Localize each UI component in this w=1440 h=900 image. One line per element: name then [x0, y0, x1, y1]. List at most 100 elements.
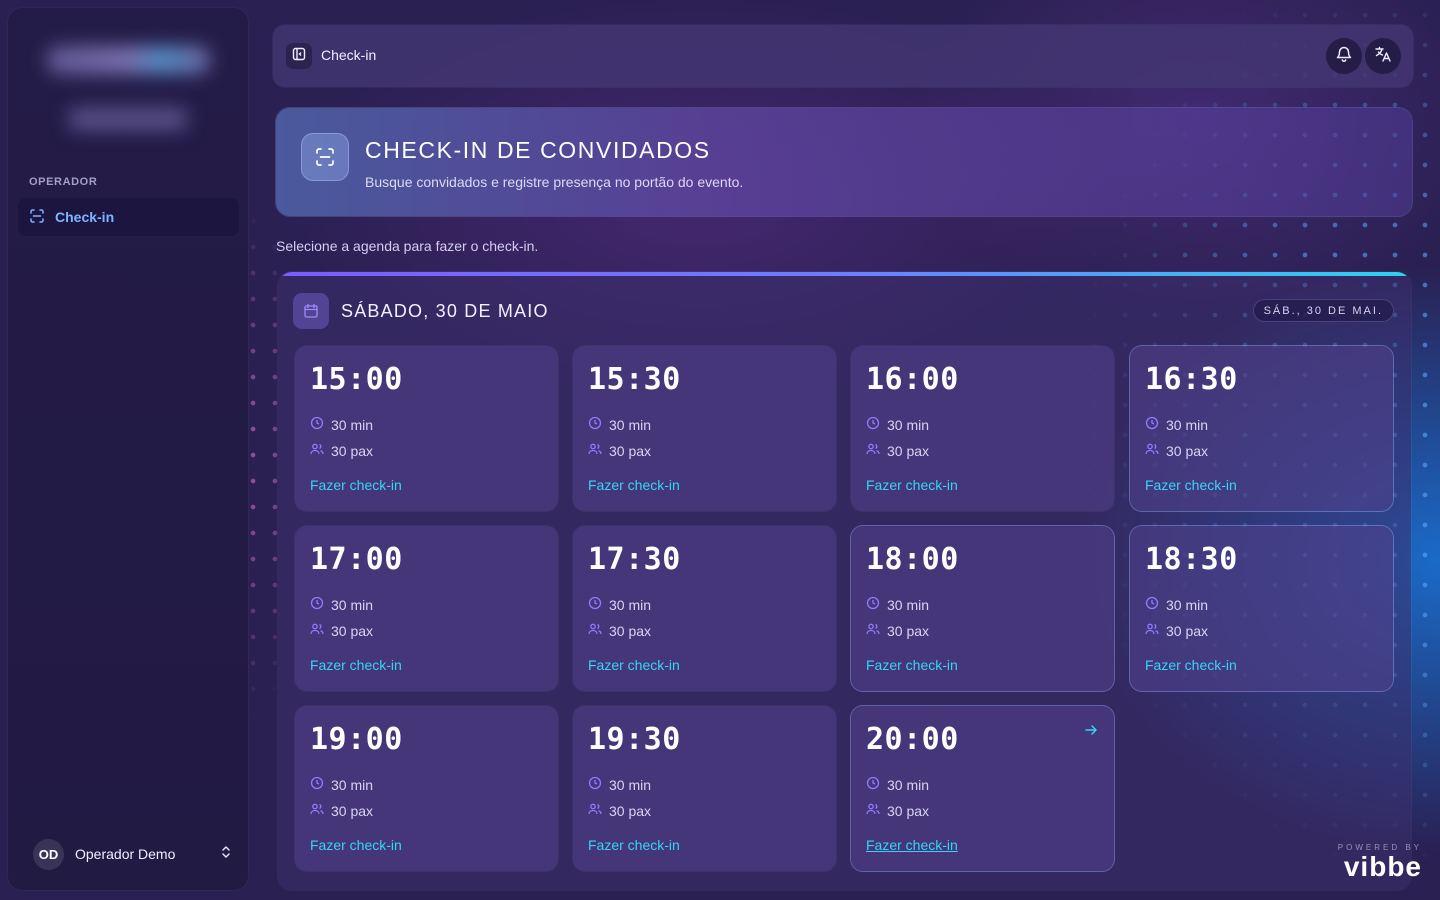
- clock-icon: [588, 776, 602, 793]
- vibbe-logo: vibbe: [1343, 851, 1422, 882]
- check-in-link[interactable]: Fazer check-in: [1145, 477, 1237, 493]
- users-icon: [866, 442, 880, 459]
- slot-capacity: 30 pax: [887, 622, 930, 639]
- hero-banner: CHECK-IN DE CONVIDADOS Busque convidados…: [276, 108, 1412, 216]
- sidebar-toggle-icon: [292, 47, 306, 66]
- calendar-icon: [293, 293, 329, 329]
- clock-icon: [310, 776, 324, 793]
- check-in-link[interactable]: Fazer check-in: [588, 837, 680, 853]
- slot-time: 18:00: [866, 542, 959, 577]
- scan-icon: [29, 208, 45, 227]
- slot-card[interactable]: 16:30 30 min 30 pax Fazer check-in: [1130, 346, 1393, 511]
- avatar: OD: [33, 838, 64, 870]
- clock-icon: [866, 776, 880, 793]
- check-in-link[interactable]: Fazer check-in: [866, 837, 958, 853]
- brand-logo-blurred: [38, 38, 218, 148]
- check-in-link[interactable]: Fazer check-in: [866, 657, 958, 673]
- slot-card-hovered[interactable]: 20:00 30 min 30 pax Fazer check-in: [851, 706, 1114, 871]
- slot-card[interactable]: 17:00 30 min 30 pax Fazer check-in: [295, 526, 558, 691]
- clock-icon: [866, 416, 880, 433]
- users-icon: [1145, 622, 1159, 639]
- slot-duration: 30 min: [609, 776, 652, 793]
- clock-icon: [310, 596, 324, 613]
- clock-icon: [866, 596, 880, 613]
- slot-time: 19:30: [588, 722, 681, 757]
- powered-by: POWERED BY vibbe: [1338, 843, 1422, 882]
- day-schedule-panel: SÁBADO, 30 DE MAIO SÁB., 30 DE MAI. 15:0…: [278, 272, 1411, 890]
- slot-capacity: 30 pax: [1166, 622, 1209, 639]
- users-icon: [310, 622, 324, 639]
- slot-card[interactable]: 16:00 30 min 30 pax Fazer check-in: [851, 346, 1114, 511]
- scan-icon: [301, 133, 349, 181]
- instruction-text: Selecione a agenda para fazer o check-in…: [276, 238, 539, 254]
- slot-duration: 30 min: [609, 416, 652, 433]
- page-title: Check-in: [321, 47, 377, 63]
- user-name: Operador Demo: [75, 846, 176, 862]
- slot-time: 18:30: [1145, 542, 1238, 577]
- users-icon: [588, 802, 602, 819]
- sidebar-toggle-button[interactable]: [286, 43, 312, 69]
- translate-icon: [1374, 45, 1392, 68]
- users-icon: [310, 442, 324, 459]
- slot-time: 19:00: [310, 722, 403, 757]
- slot-time: 20:00: [866, 722, 959, 757]
- users-icon: [866, 622, 880, 639]
- slot-duration: 30 min: [887, 776, 930, 793]
- hero-subtitle: Busque convidados e registre presença no…: [365, 174, 744, 190]
- topbar: Check-in: [273, 25, 1413, 87]
- slot-time: 16:00: [866, 362, 959, 397]
- hero-title: CHECK-IN DE CONVIDADOS: [365, 137, 711, 163]
- users-icon: [588, 622, 602, 639]
- slot-card[interactable]: 15:00 30 min 30 pax Fazer check-in: [295, 346, 558, 511]
- slot-duration: 30 min: [331, 416, 374, 433]
- day-title: SÁBADO, 30 DE MAIO: [341, 301, 549, 321]
- slot-card[interactable]: 18:00 30 min 30 pax Fazer check-in: [851, 526, 1114, 691]
- language-button[interactable]: [1365, 38, 1401, 74]
- clock-icon: [588, 416, 602, 433]
- slot-capacity: 30 pax: [331, 802, 374, 819]
- clock-icon: [1145, 416, 1159, 433]
- slot-duration: 30 min: [1166, 596, 1209, 613]
- slot-card[interactable]: 19:30 30 min 30 pax Fazer check-in: [573, 706, 836, 871]
- check-in-link[interactable]: Fazer check-in: [310, 657, 402, 673]
- check-in-link[interactable]: Fazer check-in: [310, 477, 402, 493]
- accent-bar: [278, 272, 1411, 276]
- users-icon: [1145, 442, 1159, 459]
- date-badge: SÁB., 30 DE MAI.: [1252, 299, 1394, 322]
- check-in-link[interactable]: Fazer check-in: [310, 837, 402, 853]
- slot-capacity: 30 pax: [887, 802, 930, 819]
- sidebar-item-check-in[interactable]: Check-in: [18, 198, 239, 236]
- check-in-link[interactable]: Fazer check-in: [588, 477, 680, 493]
- users-icon: [310, 802, 324, 819]
- clock-icon: [1145, 596, 1159, 613]
- notifications-button[interactable]: [1326, 38, 1362, 74]
- slot-card[interactable]: 15:30 30 min 30 pax Fazer check-in: [573, 346, 836, 511]
- slot-duration: 30 min: [331, 776, 374, 793]
- slot-time: 17:00: [310, 542, 403, 577]
- slot-capacity: 30 pax: [1166, 442, 1209, 459]
- sidebar: OPERADOR Check-in OD Operador Demo: [8, 8, 248, 890]
- user-menu[interactable]: OD Operador Demo: [33, 838, 233, 870]
- slot-capacity: 30 pax: [331, 442, 374, 459]
- users-icon: [588, 442, 602, 459]
- slot-duration: 30 min: [609, 596, 652, 613]
- slot-card[interactable]: 18:30 30 min 30 pax Fazer check-in: [1130, 526, 1393, 691]
- clock-icon: [588, 596, 602, 613]
- clock-icon: [310, 416, 324, 433]
- slot-card[interactable]: 17:30 30 min 30 pax Fazer check-in: [573, 526, 836, 691]
- chevron-up-down-icon: [219, 845, 233, 864]
- slot-duration: 30 min: [887, 416, 930, 433]
- slot-card[interactable]: 19:00 30 min 30 pax Fazer check-in: [295, 706, 558, 871]
- slot-capacity: 30 pax: [609, 802, 652, 819]
- slot-capacity: 30 pax: [887, 442, 930, 459]
- slot-duration: 30 min: [1166, 416, 1209, 433]
- check-in-link[interactable]: Fazer check-in: [588, 657, 680, 673]
- slot-duration: 30 min: [331, 596, 374, 613]
- check-in-link[interactable]: Fazer check-in: [1145, 657, 1237, 673]
- check-in-link[interactable]: Fazer check-in: [866, 477, 958, 493]
- bell-icon: [1335, 45, 1353, 68]
- slot-capacity: 30 pax: [609, 622, 652, 639]
- arrow-right-icon: [1084, 723, 1098, 737]
- sidebar-item-label: Check-in: [55, 209, 115, 225]
- slot-time: 15:30: [588, 362, 681, 397]
